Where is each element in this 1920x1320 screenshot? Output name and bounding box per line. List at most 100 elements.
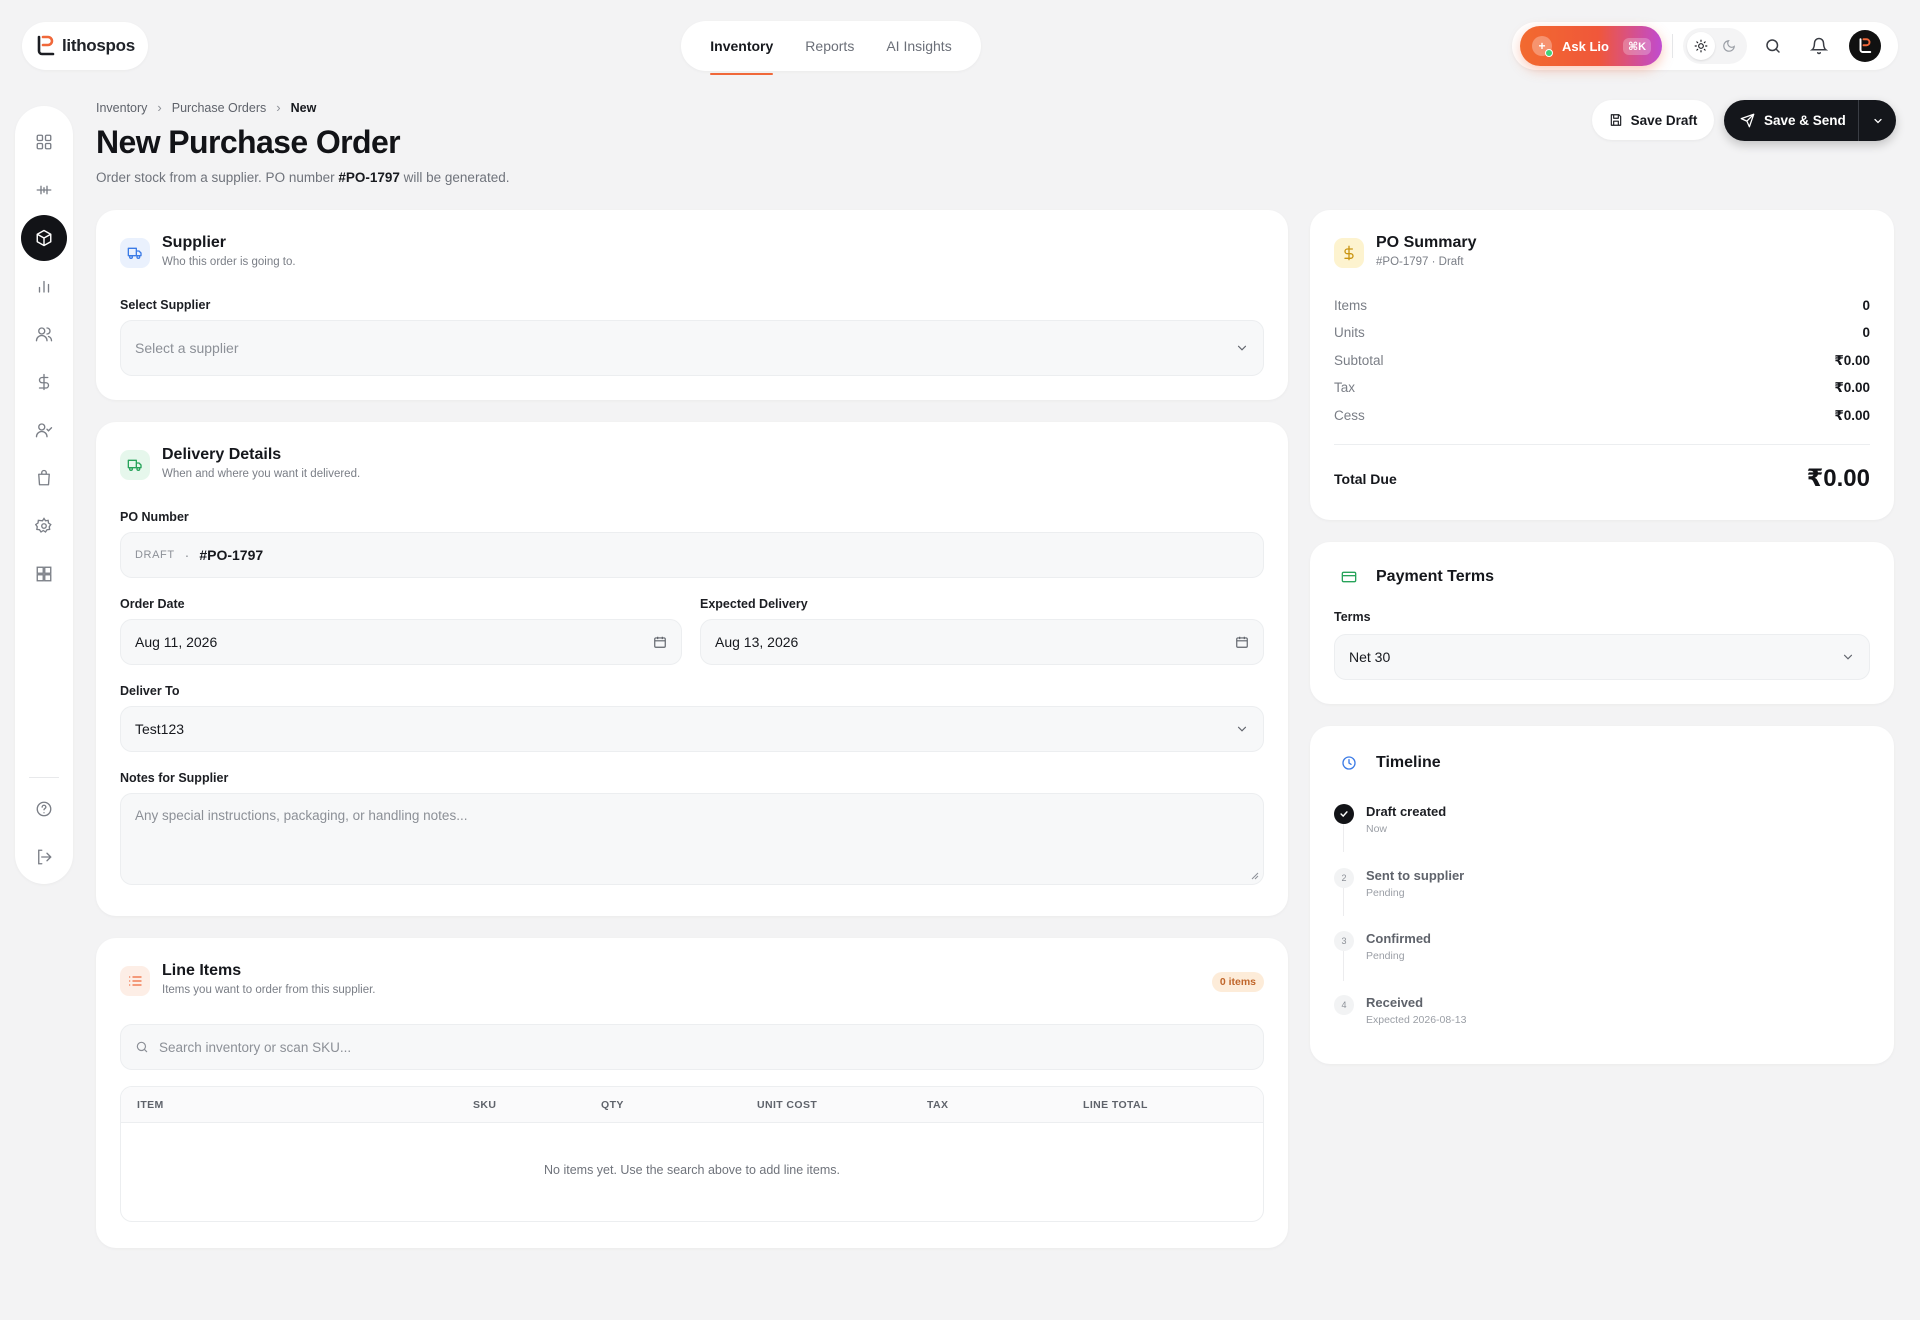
resize-handle-icon[interactable] [1251,872,1259,880]
gear-icon [35,517,52,533]
subtitle-po-number: #PO-1797 [338,170,400,185]
clock-icon [1334,748,1364,778]
box-icon [36,229,52,247]
summary-label: Items [1334,298,1368,313]
order-date-label: Order Date [120,597,185,611]
timeline-title: Timeline [1376,754,1441,771]
summary-label: Cess [1334,408,1365,423]
sliders-icon [36,185,52,195]
payment-terms-title: Payment Terms [1376,568,1494,585]
summary-label: Units [1334,325,1365,340]
save-send-menu-button[interactable] [1858,100,1896,141]
step-number: 2 [1334,868,1354,888]
notes-textarea[interactable]: Any special instructions, packaging, or … [120,793,1264,885]
theme-toggle [1683,28,1747,64]
sidebar-item-pos[interactable] [21,167,67,213]
tab-ai-insights[interactable]: AI Insights [886,21,951,71]
bell-icon[interactable] [1799,26,1839,66]
sidebar-item-customers[interactable] [21,311,67,357]
terms-value: Net 30 [1349,649,1391,665]
sidebar-item-help[interactable] [21,786,67,832]
breadcrumb-purchase-orders[interactable]: Purchase Orders [172,101,266,115]
brand-logo[interactable]: lithospos [22,22,148,70]
dollar-icon [38,373,50,391]
expected-delivery-label: Expected Delivery [700,597,808,611]
calendar-icon[interactable] [653,635,667,649]
timeline-step-title: Sent to supplier [1366,868,1465,883]
timeline-step-title: Received [1366,995,1424,1010]
expected-delivery-value: Aug 13, 2026 [715,634,799,650]
tab-reports[interactable]: Reports [805,21,854,71]
inventory-search-input[interactable]: Search inventory or scan SKU... [120,1024,1264,1070]
user-avatar-icon [1859,38,1872,53]
supplier-desc: Who this order is going to. [162,256,296,268]
sidebar-item-staff[interactable] [21,407,67,453]
summary-divider [1334,444,1870,445]
summary-row-subtotal: Subtotal ₹0.00 [1334,353,1870,369]
sidebar-item-orders[interactable] [21,455,67,501]
ask-lio-label: Ask Lio [1562,38,1609,54]
sidebar-item-logout[interactable] [21,834,67,880]
notes-placeholder: Any special instructions, packaging, or … [135,808,468,823]
delivery-card-header: Delivery Details When and where you want… [120,446,360,480]
sidebar-item-apps[interactable] [21,551,67,597]
save-send-button[interactable]: Save & Send [1724,100,1858,141]
dollar-icon [1334,238,1364,268]
line-items-desc: Items you want to order from this suppli… [162,984,376,996]
avatar[interactable] [1849,30,1881,62]
timeline-card: Timeline Draft created Now 2 Sent to sup… [1310,726,1894,1064]
ask-lio-button[interactable]: + Ask Lio ⌘K [1520,26,1662,66]
moon-icon[interactable] [1715,32,1743,60]
supplier-select[interactable]: Select a supplier [120,320,1264,376]
deliver-to-value: Test123 [135,721,185,737]
expected-delivery-input[interactable]: Aug 13, 2026 [700,619,1264,665]
sidebar-item-reports[interactable] [21,263,67,309]
shopping-bag-icon [38,469,50,486]
chevron-down-icon [1235,341,1249,355]
sidebar-item-inventory[interactable] [21,215,67,261]
bar-chart-icon [38,280,50,293]
col-tax: TAX [927,1099,949,1111]
col-unit-cost: UNIT COST [757,1099,818,1111]
col-qty: QTY [601,1099,624,1111]
col-sku: SKU [473,1099,497,1111]
sidebar-item-settings[interactable] [21,503,67,549]
search-icon[interactable] [1753,26,1793,66]
sidebar-item-dashboard[interactable] [21,119,67,165]
lithospos-logo-icon [37,35,55,56]
summary-value: ₹0.00 [1834,353,1870,368]
check-icon [1334,804,1354,824]
send-icon [1740,113,1755,128]
chevron-down-icon [1841,650,1855,664]
sidebar-divider [29,777,59,778]
summary-value: ₹0.00 [1834,380,1870,395]
terms-select[interactable]: Net 30 [1334,634,1870,680]
timeline-step-title: Draft created [1366,804,1447,819]
timeline-step-draft: Draft created Now [1334,804,1446,835]
col-line-total: LINE TOTAL [1083,1099,1148,1111]
step-number: 3 [1334,931,1354,951]
select-supplier-label: Select Supplier [120,298,211,312]
breadcrumb-inventory[interactable]: Inventory [96,101,147,115]
summary-value: 0 [1862,298,1870,313]
summary-label: Subtotal [1334,353,1384,368]
sidebar-item-finance[interactable] [21,359,67,405]
payment-terms-card: Payment Terms Terms Net 30 [1310,542,1894,704]
save-draft-button[interactable]: Save Draft [1592,100,1714,140]
supplier-select-placeholder: Select a supplier [135,340,239,356]
tab-inventory[interactable]: Inventory [710,21,774,75]
summary-value: 0 [1862,325,1870,340]
page-subtitle: Order stock from a supplier. PO number #… [96,170,509,185]
summary-row-units: Units 0 [1334,325,1870,340]
delivery-card: Delivery Details When and where you want… [96,422,1288,916]
po-number-value: #PO-1797 [199,547,264,563]
deliver-to-select[interactable]: Test123 [120,706,1264,752]
breadcrumb: Inventory › Purchase Orders › New [96,100,316,115]
notes-label: Notes for Supplier [120,771,229,785]
timeline-step-meta: Pending [1366,887,1405,899]
sun-icon[interactable] [1687,32,1715,60]
summary-row-cess: Cess ₹0.00 [1334,408,1870,424]
order-date-input[interactable]: Aug 11, 2026 [120,619,682,665]
supplier-title: Supplier [162,234,227,251]
calendar-icon[interactable] [1235,635,1249,649]
